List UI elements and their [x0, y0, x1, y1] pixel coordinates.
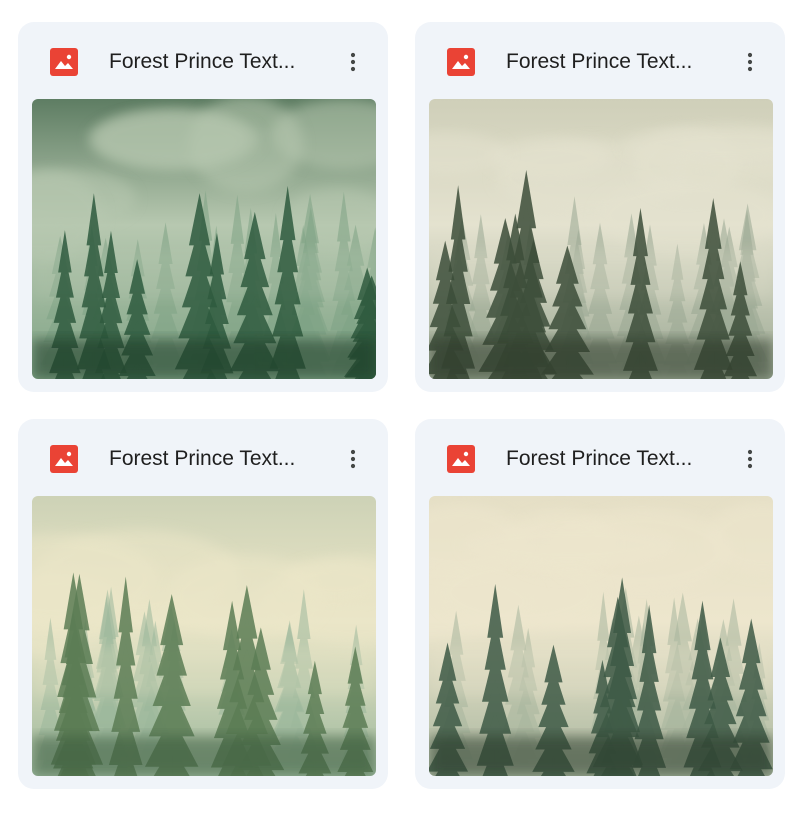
more-options-button[interactable] [335, 441, 371, 477]
image-icon [447, 48, 475, 76]
file-thumbnail[interactable] [32, 99, 376, 379]
file-title[interactable]: Forest Prince Text... [506, 46, 736, 78]
file-thumbnail[interactable] [429, 99, 773, 379]
more-vert-icon [350, 52, 356, 72]
file-card[interactable]: Forest Prince Text... [18, 419, 388, 789]
image-icon [447, 445, 475, 473]
file-card-header: Forest Prince Text... [415, 22, 785, 100]
file-card-header: Forest Prince Text... [18, 22, 388, 100]
file-card[interactable]: Forest Prince Text... [415, 419, 785, 789]
image-icon [50, 445, 78, 473]
file-card-header: Forest Prince Text... [18, 419, 388, 497]
file-grid: Forest Prince Text... Forest Prince Text… [0, 0, 812, 818]
file-card[interactable]: Forest Prince Text... [415, 22, 785, 392]
more-vert-icon [747, 52, 753, 72]
more-options-button[interactable] [732, 441, 768, 477]
file-title[interactable]: Forest Prince Text... [109, 443, 339, 475]
file-thumbnail[interactable] [32, 496, 376, 776]
more-vert-icon [350, 449, 356, 469]
file-title[interactable]: Forest Prince Text... [506, 443, 736, 475]
more-options-button[interactable] [732, 44, 768, 80]
file-card[interactable]: Forest Prince Text... [18, 22, 388, 392]
image-icon [50, 48, 78, 76]
more-vert-icon [747, 449, 753, 469]
more-options-button[interactable] [335, 44, 371, 80]
file-card-header: Forest Prince Text... [415, 419, 785, 497]
file-title[interactable]: Forest Prince Text... [109, 46, 339, 78]
file-thumbnail[interactable] [429, 496, 773, 776]
